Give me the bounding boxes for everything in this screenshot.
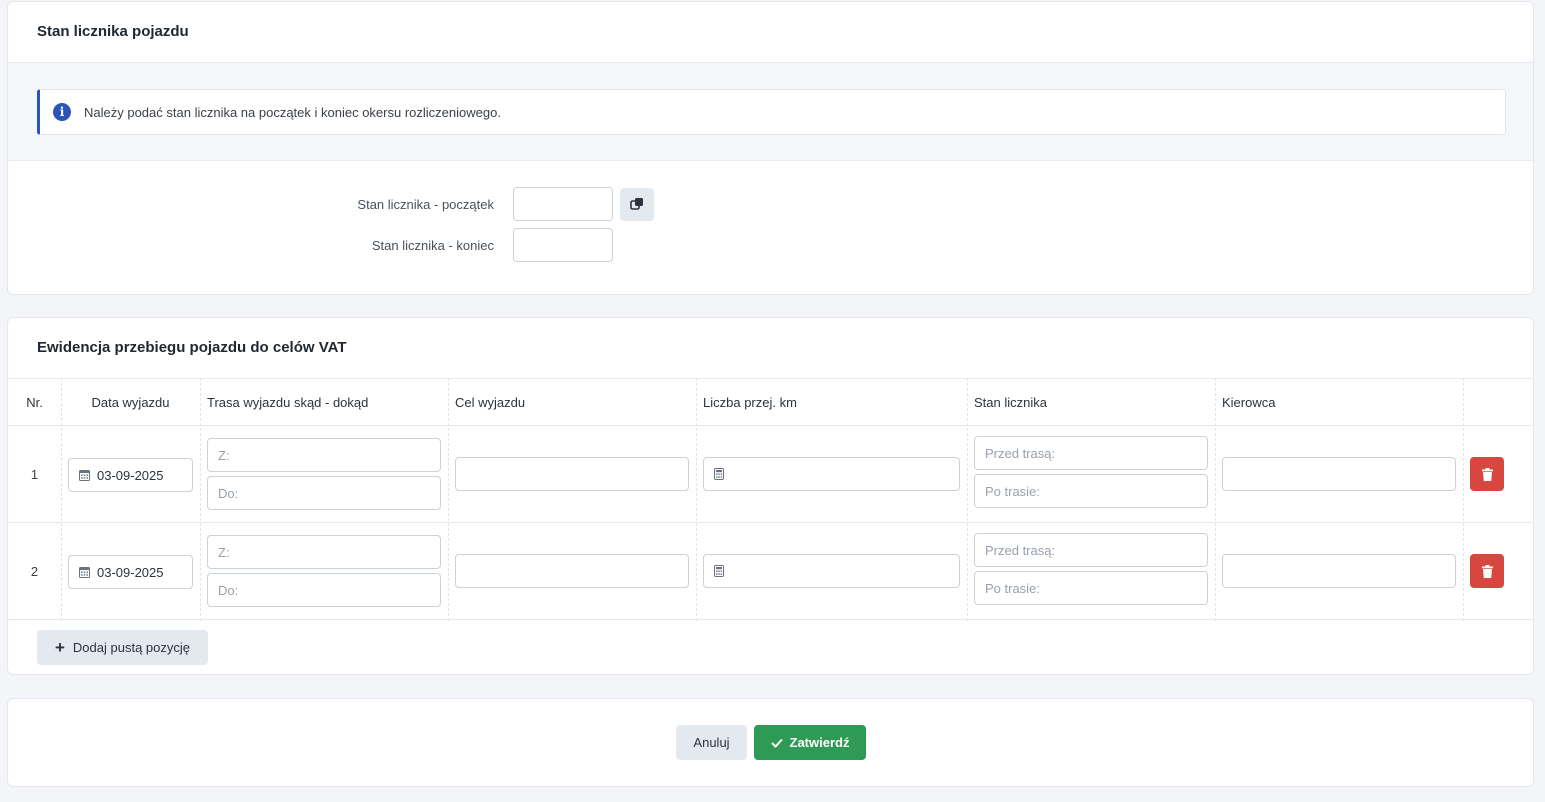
- route-from-input[interactable]: Z:: [207, 438, 441, 472]
- meter-start-label: Stan licznika - początek: [357, 196, 494, 212]
- col-km: Liczba przej. km: [703, 395, 797, 410]
- row-number: 2: [30, 564, 39, 579]
- date-value: 03-09-2025: [97, 467, 164, 483]
- plus-icon: +: [54, 637, 65, 657]
- km-input[interactable]: [703, 554, 960, 588]
- check-icon: [770, 738, 783, 748]
- table-header: Nr. Data wyjazdu Trasa wyjazdu skąd - do…: [8, 378, 1533, 426]
- cancel-button[interactable]: Anuluj: [676, 725, 747, 760]
- calculator-icon: [714, 468, 724, 480]
- meter-after-input[interactable]: Po trasie:: [974, 474, 1208, 508]
- col-driver: Kierowca: [1222, 395, 1276, 410]
- meter-end-label: Stan licznika - koniec: [371, 237, 494, 253]
- meter-before-placeholder: Przed trasą:: [985, 542, 1056, 558]
- trash-icon: [1481, 467, 1493, 481]
- meter-start-input[interactable]: [513, 187, 613, 221]
- meter-start-row: Stan licznika - początek: [8, 187, 654, 221]
- info-circle-icon: i: [53, 103, 71, 121]
- meter-card-title: Stan licznika pojazdu: [8, 2, 1533, 63]
- copy-meter-button[interactable]: [620, 187, 654, 221]
- meter-before-input[interactable]: Przed trasą:: [974, 436, 1208, 470]
- km-input[interactable]: [703, 457, 960, 491]
- mileage-card: Ewidencja przebiegu pojazdu do celów VAT…: [7, 317, 1534, 675]
- col-route: Trasa wyjazdu skąd - dokąd: [207, 395, 369, 410]
- info-alert: i Należy podać stan licznika na początek…: [37, 89, 1506, 135]
- calendar-icon: [79, 566, 90, 578]
- calendar-icon: [79, 469, 90, 481]
- route-to-placeholder: Do:: [218, 582, 239, 598]
- add-empty-row-button[interactable]: + Dodaj pustą pozycję: [37, 630, 208, 665]
- table-row: 1 03-09-2025 Z: Do: Przed trasą: Po tras…: [8, 426, 1533, 523]
- date-input[interactable]: 03-09-2025: [68, 555, 193, 589]
- actions-card: Anuluj Zatwierdź: [7, 698, 1534, 787]
- meter-before-placeholder: Przed trasą:: [985, 445, 1056, 461]
- copy-icon: [630, 198, 643, 210]
- delete-row-button[interactable]: [1470, 457, 1504, 491]
- route-to-input[interactable]: Do:: [207, 573, 441, 607]
- driver-input[interactable]: [1222, 457, 1456, 491]
- purpose-input[interactable]: [455, 457, 689, 491]
- route-from-placeholder: Z:: [218, 447, 230, 463]
- info-zone: i Należy podać stan licznika na początek…: [8, 63, 1533, 161]
- meter-end-row: Stan licznika - koniec: [8, 228, 613, 262]
- mileage-card-title: Ewidencja przebiegu pojazdu do celów VAT: [37, 339, 347, 356]
- meter-after-placeholder: Po trasie:: [985, 580, 1040, 596]
- route-to-placeholder: Do:: [218, 485, 239, 501]
- col-nr: Nr.: [26, 395, 43, 410]
- meter-after-input[interactable]: Po trasie:: [974, 571, 1208, 605]
- col-date: Data wyjazdu: [91, 395, 170, 410]
- delete-row-button[interactable]: [1470, 554, 1504, 588]
- col-purpose: Cel wyjazdu: [455, 395, 526, 410]
- meter-card: Stan licznika pojazdu i Należy podać sta…: [7, 1, 1534, 295]
- meter-after-placeholder: Po trasie:: [985, 483, 1040, 499]
- route-from-placeholder: Z:: [218, 544, 230, 560]
- add-empty-row-label: Dodaj pustą pozycję: [72, 640, 190, 655]
- trash-icon: [1481, 564, 1493, 578]
- driver-input[interactable]: [1222, 554, 1456, 588]
- date-value: 03-09-2025: [97, 564, 164, 580]
- col-meter: Stan licznika: [974, 395, 1047, 410]
- meter-end-input[interactable]: [513, 228, 613, 262]
- calculator-icon: [714, 565, 724, 577]
- meter-before-input[interactable]: Przed trasą:: [974, 533, 1208, 567]
- route-to-input[interactable]: Do:: [207, 476, 441, 510]
- info-alert-text: Należy podać stan licznika na początek i…: [84, 104, 501, 120]
- confirm-label: Zatwierdź: [789, 735, 850, 750]
- route-from-input[interactable]: Z:: [207, 535, 441, 569]
- confirm-button[interactable]: Zatwierdź: [754, 725, 866, 760]
- date-input[interactable]: 03-09-2025: [68, 458, 193, 492]
- table-row: 2 03-09-2025 Z: Do: Przed trasą: Po tras…: [8, 523, 1533, 620]
- row-number: 1: [30, 467, 39, 482]
- purpose-input[interactable]: [455, 554, 689, 588]
